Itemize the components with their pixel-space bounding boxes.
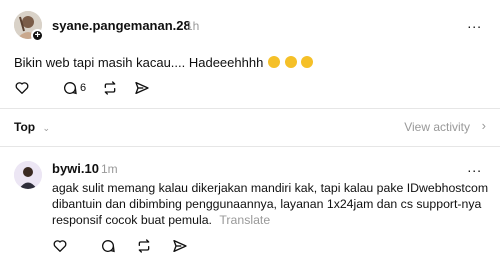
post-text-content: Bikin web tapi masih kacau.... Hadeeehhh… bbox=[14, 55, 264, 70]
translate-link[interactable]: Translate bbox=[219, 213, 270, 227]
reply-text-content: agak sulit memang kalau dikerjakan mandi… bbox=[52, 181, 489, 227]
comment-icon bbox=[64, 82, 77, 95]
divider-top bbox=[0, 108, 500, 109]
chevron-down-icon: ⌄ bbox=[42, 123, 50, 133]
view-activity-link[interactable]: View activity bbox=[404, 120, 470, 134]
repost-icon bbox=[104, 81, 116, 95]
repost-button[interactable] bbox=[102, 78, 118, 98]
reply-post: bywi.10 1m ... agak sulit memang kalau d… bbox=[0, 150, 500, 267]
like-button[interactable] bbox=[14, 78, 30, 98]
sort-bar: Top ⌄ View activity › bbox=[0, 116, 500, 138]
chevron-right-icon[interactable]: › bbox=[482, 118, 486, 133]
reply-actions bbox=[52, 236, 204, 256]
reply-time: 1m bbox=[101, 162, 118, 176]
reply-repost-button[interactable] bbox=[136, 236, 152, 256]
more-options-button[interactable]: ... bbox=[467, 15, 482, 31]
comment-button[interactable]: 6 bbox=[62, 78, 86, 98]
repost-icon bbox=[138, 239, 150, 253]
post-text: Bikin web tapi masih kacau.... Hadeeehhh… bbox=[14, 55, 314, 70]
reply-more-options-button[interactable]: ... bbox=[467, 159, 482, 175]
sort-dropdown[interactable]: Top ⌄ bbox=[14, 120, 50, 134]
post-author-username[interactable]: syane.pangemanan.28 bbox=[52, 18, 191, 33]
reply-text: agak sulit memang kalau dikerjakan mandi… bbox=[52, 180, 492, 228]
share-button[interactable] bbox=[134, 78, 150, 98]
sort-label: Top bbox=[14, 120, 36, 134]
divider-bottom bbox=[0, 146, 500, 147]
share-icon bbox=[135, 82, 149, 94]
heart-icon bbox=[15, 82, 29, 94]
post-actions: 6 bbox=[14, 78, 166, 98]
main-post: + syane.pangemanan.28 1h ... Bikin web t… bbox=[0, 0, 500, 108]
reply-author-username[interactable]: bywi.10 bbox=[52, 161, 99, 176]
reply-author-avatar[interactable] bbox=[14, 161, 42, 189]
weary-face-icon bbox=[284, 56, 297, 68]
reply-comment-button[interactable] bbox=[100, 236, 116, 256]
sad-face-icon bbox=[267, 56, 280, 68]
heart-icon bbox=[53, 240, 67, 252]
reply-like-button[interactable] bbox=[52, 236, 68, 256]
follow-plus-icon[interactable]: + bbox=[31, 29, 44, 42]
comment-icon bbox=[102, 240, 115, 253]
post-time: 1h bbox=[186, 19, 200, 33]
share-icon bbox=[173, 240, 187, 252]
reply-share-button[interactable] bbox=[172, 236, 188, 256]
smirk-face-icon bbox=[301, 56, 314, 68]
reply-count: 6 bbox=[80, 82, 87, 94]
